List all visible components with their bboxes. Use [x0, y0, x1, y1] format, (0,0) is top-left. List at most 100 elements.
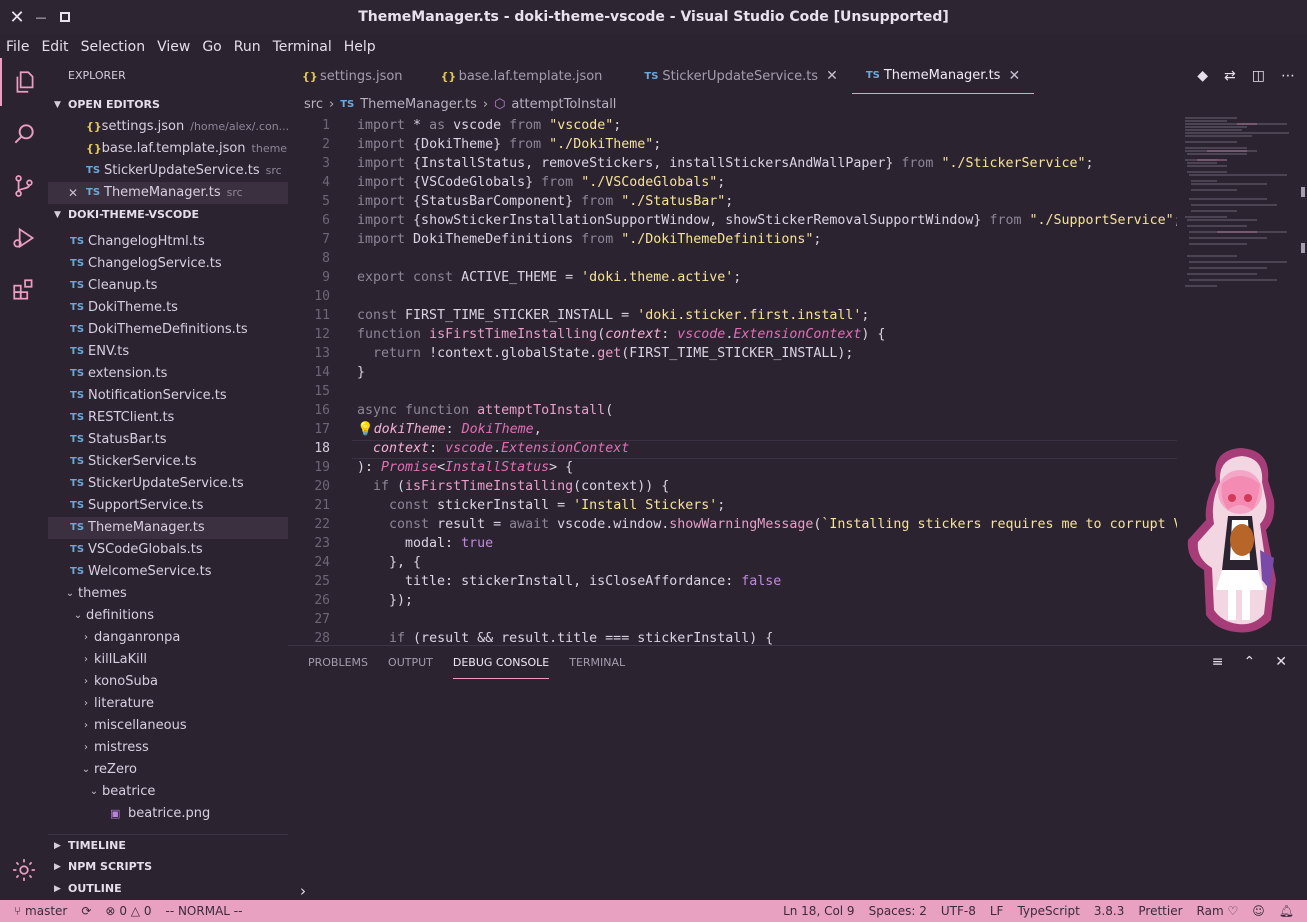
- file-item[interactable]: TS SupportService.ts: [48, 495, 288, 517]
- extensions-icon[interactable]: [0, 266, 48, 314]
- file-item[interactable]: TS StickerUpdateService.ts: [48, 473, 288, 495]
- file-label: ChangelogHtml.ts: [88, 234, 205, 249]
- tab-base-laf-template[interactable]: {} base.laf.template.json: [417, 58, 617, 94]
- folder-item[interactable]: › killLaKill: [48, 649, 288, 671]
- typescript-version[interactable]: 3.8.3: [1087, 904, 1132, 918]
- open-editor-item[interactable]: {} settings.json /home/alex/.con...: [48, 116, 288, 138]
- folder-definitions[interactable]: ⌄ definitions: [48, 605, 288, 627]
- file-item[interactable]: TS ChangelogHtml.ts: [48, 231, 288, 253]
- close-icon[interactable]: ✕: [68, 182, 86, 204]
- project-header[interactable]: ▼ DOKI-THEME-VSCODE: [48, 204, 288, 226]
- folder-item[interactable]: › konoSuba: [48, 671, 288, 693]
- menu-view[interactable]: View: [151, 36, 196, 58]
- tab-sticker-update-service[interactable]: TS StickerUpdateService.ts ✕: [616, 58, 851, 94]
- close-icon[interactable]: ✕: [826, 68, 838, 84]
- file-item[interactable]: TS NotificationService.ts: [48, 385, 288, 407]
- tab-debug-console[interactable]: DEBUG CONSOLE: [452, 655, 550, 679]
- file-item[interactable]: TS VSCodeGlobals.ts: [48, 539, 288, 561]
- end-of-line[interactable]: LF: [983, 904, 1011, 918]
- maximize-panel-icon[interactable]: ⌃: [1244, 654, 1256, 670]
- menu-help[interactable]: Help: [338, 36, 382, 58]
- chevron-right-icon: ▶: [54, 840, 61, 851]
- menu-file[interactable]: File: [0, 36, 35, 58]
- branch-indicator[interactable]: ⑂ master: [0, 904, 74, 918]
- folder-item[interactable]: › mistress: [48, 737, 288, 759]
- language-mode[interactable]: TypeScript: [1010, 904, 1086, 918]
- menu-run[interactable]: Run: [228, 36, 267, 58]
- npm-scripts-header[interactable]: ▶ NPM SCRIPTS: [48, 856, 288, 878]
- feedback-icon[interactable]: ☺: [1245, 904, 1272, 918]
- breadcrumb-folder[interactable]: src: [304, 95, 323, 115]
- tab-theme-manager[interactable]: TS ThemeManager.ts ✕: [851, 58, 1035, 94]
- menu-go[interactable]: Go: [196, 36, 227, 58]
- run-debug-icon[interactable]: [0, 214, 48, 262]
- breadcrumb-file[interactable]: ThemeManager.ts: [360, 95, 477, 115]
- file-item[interactable]: TS DokiThemeDefinitions.ts: [48, 319, 288, 341]
- code-line: 1 import * as vscode from "vscode";: [288, 116, 1177, 135]
- folder-themes[interactable]: ⌄ themes: [48, 583, 288, 605]
- close-window-button[interactable]: ✕: [0, 0, 34, 34]
- file-item[interactable]: TS Cleanup.ts: [48, 275, 288, 297]
- file-item[interactable]: TS ThemeManager.ts: [48, 517, 288, 539]
- open-editor-item[interactable]: ✕ TS ThemeManager.ts src: [48, 182, 288, 204]
- file-item[interactable]: TS ChangelogService.ts: [48, 253, 288, 275]
- problems-indicator[interactable]: ⊗ 0 △ 0: [98, 904, 158, 918]
- maximize-window-button[interactable]: [48, 0, 82, 34]
- settings-gear-icon[interactable]: [0, 846, 48, 894]
- more-actions-icon[interactable]: ⋯: [1281, 68, 1295, 84]
- sync-icon[interactable]: ⟳: [74, 904, 98, 918]
- clear-console-icon[interactable]: ≡: [1212, 654, 1224, 670]
- explorer-icon[interactable]: [0, 58, 48, 106]
- menu-terminal[interactable]: Terminal: [267, 36, 338, 58]
- tab-terminal[interactable]: TERMINAL: [569, 655, 625, 679]
- file-item[interactable]: TS RESTClient.ts: [48, 407, 288, 429]
- bottom-panel: PROBLEMS OUTPUT DEBUG CONSOLE TERMINAL ≡…: [288, 645, 1307, 900]
- ram-indicator[interactable]: Ram ♡: [1190, 904, 1246, 918]
- outline-header[interactable]: ▶ OUTLINE: [48, 878, 288, 900]
- close-panel-icon[interactable]: ✕: [1275, 654, 1287, 670]
- menu-selection[interactable]: Selection: [75, 36, 152, 58]
- code-line: 6 import {showStickerInstallationSupportW…: [288, 211, 1177, 230]
- breadcrumb-symbol[interactable]: attemptToInstall: [511, 95, 616, 115]
- search-icon[interactable]: [0, 110, 48, 158]
- formatter[interactable]: Prettier: [1131, 904, 1189, 918]
- minimize-window-button[interactable]: —: [34, 0, 48, 34]
- debug-console-input[interactable]: ›: [300, 882, 306, 900]
- title-bar: ✕ — ThemeManager.ts - doki-theme-vscode …: [0, 0, 1307, 34]
- open-changes-icon[interactable]: ◆: [1197, 68, 1208, 84]
- code-text: import * as vscode from "vscode";: [357, 118, 622, 133]
- close-icon[interactable]: ✕: [1008, 68, 1020, 84]
- folder-item[interactable]: › miscellaneous: [48, 715, 288, 737]
- folder-item[interactable]: › danganronpa: [48, 627, 288, 649]
- code-editor[interactable]: 1 import * as vscode from "vscode"; 2 impor…: [288, 115, 1177, 645]
- open-editor-item[interactable]: {} base.laf.template.json theme...: [48, 138, 288, 160]
- code-line: 18 context: vscode.ExtensionContext: [288, 439, 1177, 458]
- tab-problems[interactable]: PROBLEMS: [308, 655, 368, 679]
- compare-icon[interactable]: ⇄: [1224, 68, 1236, 84]
- tab-output[interactable]: OUTPUT: [388, 655, 433, 679]
- timeline-header[interactable]: ▶ TIMELINE: [48, 834, 288, 856]
- folder-rezero[interactable]: ⌄ reZero: [48, 759, 288, 781]
- notifications-icon[interactable]: 🔔︎: [1272, 904, 1301, 918]
- encoding[interactable]: UTF-8: [934, 904, 983, 918]
- indentation[interactable]: Spaces: 2: [862, 904, 934, 918]
- folder-item[interactable]: › literature: [48, 693, 288, 715]
- line-number: 10: [314, 289, 330, 304]
- file-item[interactable]: TS ENV.ts: [48, 341, 288, 363]
- tab-settings-json[interactable]: {} settings.json: [288, 58, 417, 94]
- source-control-icon[interactable]: [0, 162, 48, 210]
- file-item[interactable]: TS StickerService.ts: [48, 451, 288, 473]
- split-editor-icon[interactable]: ◫: [1252, 68, 1265, 84]
- code-text: return !context.globalState.get(FIRST_TI…: [373, 346, 854, 361]
- folder-beatrice[interactable]: ⌄ beatrice: [48, 781, 288, 803]
- cursor-position[interactable]: Ln 18, Col 9: [776, 904, 862, 918]
- file-item[interactable]: ▣ beatrice.png: [48, 803, 288, 825]
- file-item[interactable]: TS WelcomeService.ts: [48, 561, 288, 583]
- file-item[interactable]: TS DokiTheme.ts: [48, 297, 288, 319]
- file-item[interactable]: TS extension.ts: [48, 363, 288, 385]
- typescript-file-icon: TS: [70, 412, 85, 423]
- menu-edit[interactable]: Edit: [35, 36, 74, 58]
- open-editors-header[interactable]: ▼ OPEN EDITORS: [48, 94, 288, 116]
- open-editor-item[interactable]: TS StickerUpdateService.ts src: [48, 160, 288, 182]
- file-item[interactable]: TS StatusBar.ts: [48, 429, 288, 451]
